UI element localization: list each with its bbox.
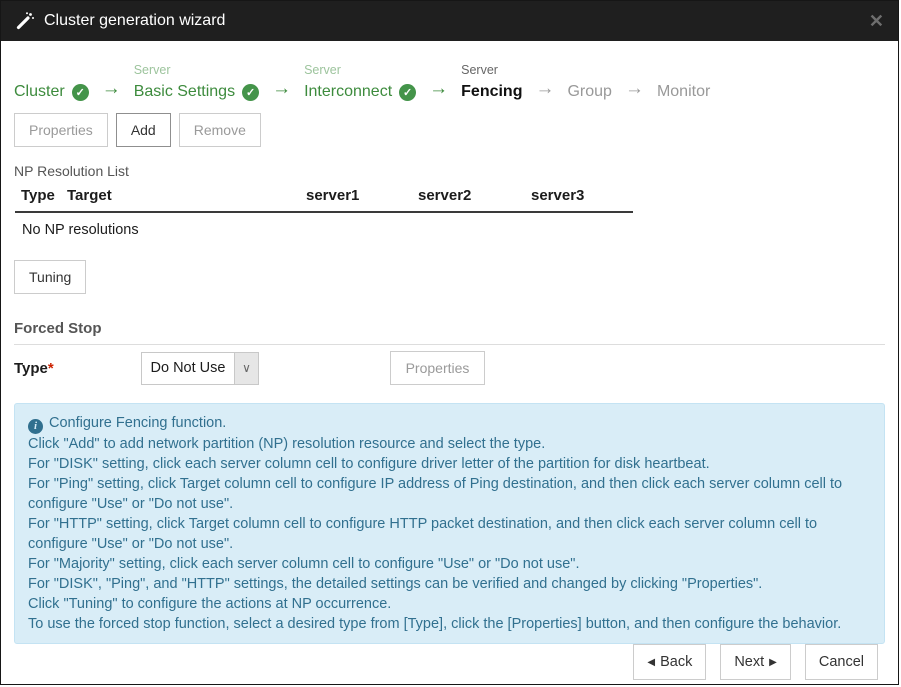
close-icon[interactable]: ✕: [869, 12, 884, 30]
next-button[interactable]: Next ▶: [720, 643, 791, 680]
info-line: For "DISK" setting, click each server co…: [28, 455, 710, 472]
info-line: To use the forced stop function, select …: [28, 615, 842, 632]
step-group: Group: [567, 63, 611, 101]
column-header-target: Target: [67, 187, 112, 204]
section-divider: [14, 344, 885, 345]
column-header-server2: server2: [418, 187, 472, 204]
np-table-empty-text: No NP resolutions: [22, 222, 139, 238]
info-line: Click "Add" to add network partition (NP…: [28, 435, 546, 452]
tuning-button[interactable]: Tuning: [14, 260, 87, 294]
step-basic-settings: Server Basic Settings ✓: [133, 63, 260, 101]
remove-button[interactable]: Remove: [178, 113, 261, 147]
step-group-label: Server: [304, 63, 341, 77]
dialog-title: Cluster generation wizard: [44, 12, 226, 29]
step-label: Basic Settings: [133, 83, 236, 100]
properties-button[interactable]: Properties: [14, 113, 108, 147]
column-header-type: Type: [21, 187, 55, 204]
step-label: Monitor: [656, 83, 711, 100]
np-table-header-row: Type Target server1 server2 server3: [15, 187, 633, 213]
next-triangle-icon: ▶: [769, 656, 777, 668]
forced-stop-heading: Forced Stop: [14, 320, 102, 337]
step-label: Group: [567, 83, 612, 100]
step-group-label: [567, 63, 611, 80]
info-line: i Configure Fencing function.: [28, 413, 871, 434]
cluster-generation-wizard-dialog: Cluster generation wizard ✕ Cluster ✓ → …: [0, 0, 899, 685]
step-label: Interconnect: [304, 83, 393, 100]
np-resolution-list-label: NP Resolution List: [14, 163, 129, 179]
column-header-server3: server3: [531, 187, 585, 204]
check-circle-icon: ✓: [242, 83, 260, 101]
title-bar: Cluster generation wizard ✕: [1, 1, 898, 41]
info-message-box: i Configure Fencing function. Click "Add"…: [14, 403, 885, 644]
step-group-label: Server: [461, 63, 498, 77]
step-group-label: [657, 63, 710, 80]
info-line: For "Majority" setting, click each serve…: [28, 555, 580, 572]
step-group-label: [14, 63, 89, 80]
back-button[interactable]: ◀ Back: [633, 643, 707, 680]
info-line: For "DISK", "Ping", and "HTTP" settings,…: [28, 575, 763, 592]
type-label: Type*: [14, 359, 54, 377]
step-cluster: Cluster ✓: [14, 63, 89, 101]
arrow-right-icon: →: [272, 78, 292, 99]
step-group-label: Server: [133, 63, 171, 77]
step-fencing-current: Server Fencing: [461, 63, 522, 101]
column-header-server1: server1: [306, 187, 360, 204]
check-circle-icon: ✓: [399, 83, 417, 101]
forced-stop-type-row: Type* Do Not Use ∨ Properties: [14, 350, 885, 386]
info-line: For "HTTP" setting, click Target column …: [28, 515, 818, 552]
wizard-step-bar: Cluster ✓ → Server Basic Settings ✓ → Se…: [14, 57, 885, 101]
required-marker: *: [47, 359, 54, 377]
add-button[interactable]: Add: [115, 113, 171, 147]
chevron-down-icon: ∨: [234, 352, 258, 384]
info-line: Click "Tuning" to configure the actions …: [28, 595, 392, 612]
np-toolbar: Properties Add Remove: [14, 113, 885, 147]
step-label: Fencing: [461, 83, 523, 100]
forced-stop-type-select[interactable]: Do Not Use ∨: [141, 351, 259, 385]
forced-stop-properties-button[interactable]: Properties: [390, 351, 485, 385]
arrow-right-icon: →: [535, 78, 555, 99]
cancel-button[interactable]: Cancel: [804, 643, 878, 680]
step-interconnect: Server Interconnect ✓: [304, 63, 417, 101]
info-line: For "Ping" setting, click Target column …: [28, 475, 843, 512]
arrow-right-icon: →: [624, 78, 644, 99]
step-label: Cluster: [14, 83, 65, 100]
np-resolution-table: Type Target server1 server2 server3 No N…: [15, 187, 633, 238]
arrow-right-icon: →: [101, 78, 121, 99]
info-icon: i: [28, 418, 43, 434]
footer-button-bar: ◀ Back Next ▶ Cancel: [14, 643, 885, 680]
check-circle-icon: ✓: [71, 83, 89, 101]
dialog-content: Cluster ✓ → Server Basic Settings ✓ → Se…: [1, 41, 898, 684]
step-monitor: Monitor: [657, 63, 710, 101]
back-triangle-icon: ◀: [647, 656, 656, 668]
arrow-right-icon: →: [429, 78, 449, 99]
selected-option: Do Not Use: [150, 360, 226, 376]
magic-wand-icon: [15, 11, 35, 31]
